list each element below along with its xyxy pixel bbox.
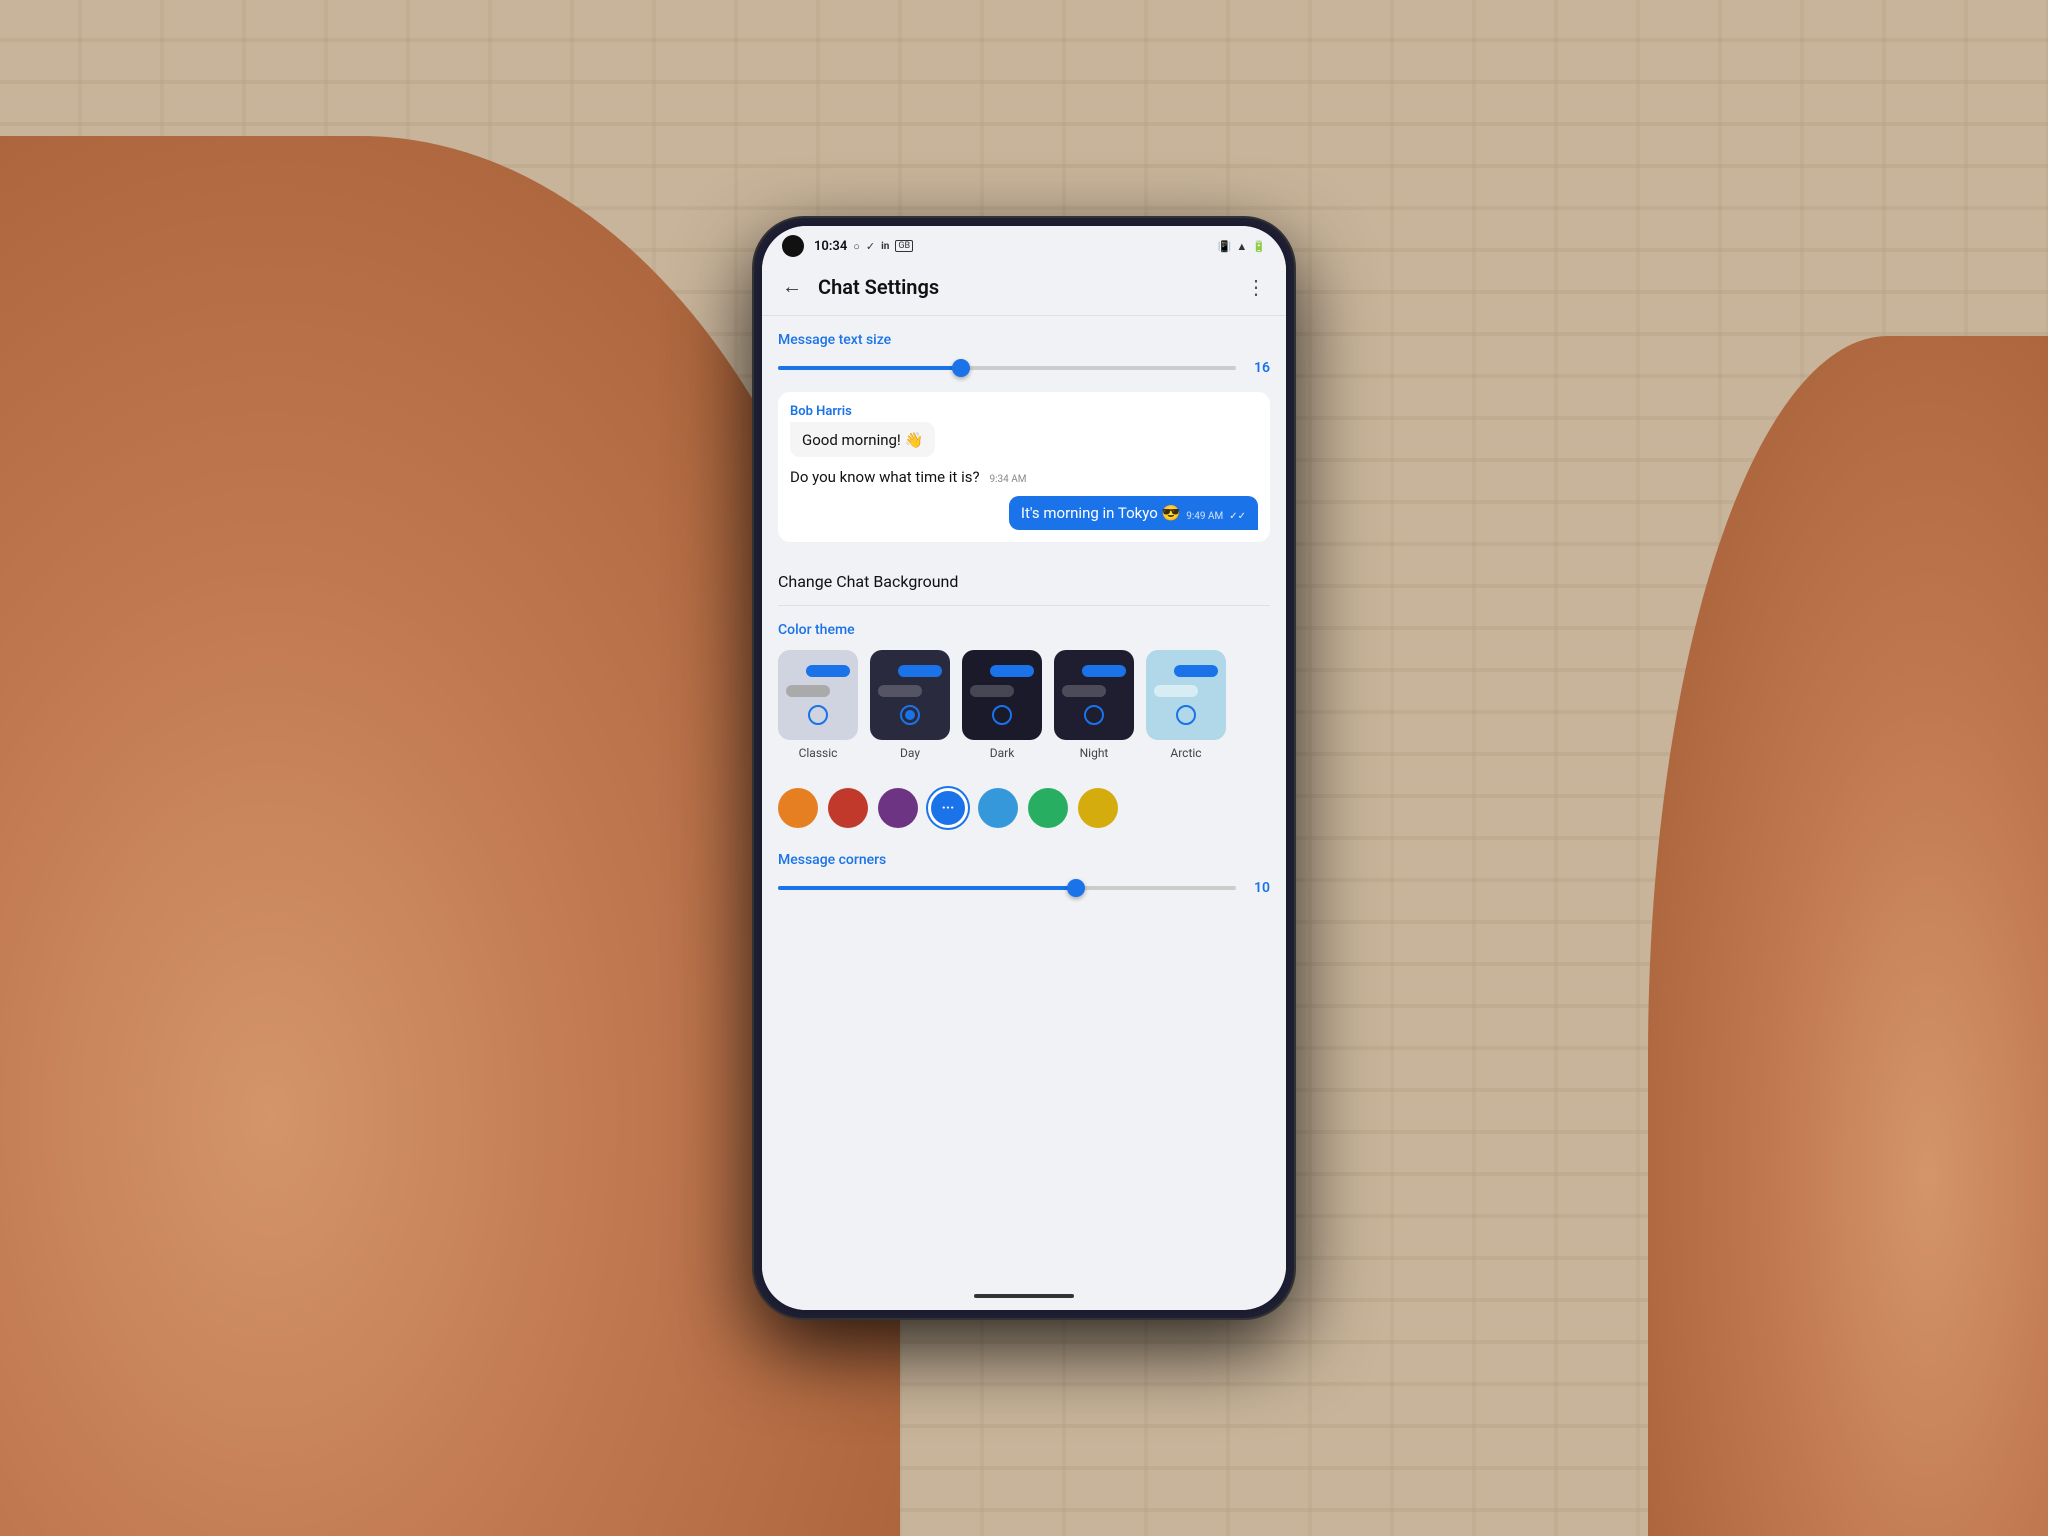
settings-content: Message text size 16 Bob Harris Good mor…: [762, 316, 1286, 1286]
phone-screen: 10:34 ○ ✓ in GB 📳 ▲ 🔋 ← Chat Settings ⋮ …: [762, 226, 1286, 1310]
theme-card-dark: [962, 650, 1042, 740]
sent-message-1: It's morning in Tokyo 😎 9:49 AM ✓✓: [790, 496, 1258, 530]
theme-dark-name: Dark: [990, 746, 1015, 760]
theme-day-name: Day: [900, 746, 920, 760]
theme-night-bubble-recv: [1062, 685, 1106, 697]
status-bar: 10:34 ○ ✓ in GB 📳 ▲ 🔋: [762, 226, 1286, 262]
theme-night-radio: [1084, 705, 1104, 725]
corners-slider-track[interactable]: [778, 886, 1236, 890]
theme-arctic-name: Arctic: [1170, 746, 1201, 760]
color-dots-row: ···: [778, 784, 1270, 832]
received-bubble-1: Good morning! 👋: [790, 422, 935, 457]
color-dot-red[interactable]: [828, 788, 868, 828]
camera-hole: [782, 235, 804, 257]
text-size-slider-fill: [778, 366, 961, 370]
theme-day-bubble-sent: [898, 665, 942, 677]
theme-classic-name: Classic: [799, 746, 838, 760]
text-size-slider-thumb[interactable]: [952, 359, 970, 377]
theme-arctic-radio: [1176, 705, 1196, 725]
page-title: Chat Settings: [818, 275, 1230, 299]
sent-text-1: It's morning in Tokyo 😎: [1021, 504, 1180, 522]
message-text-size-label: Message text size: [778, 332, 1270, 348]
received-message-1: Bob Harris Good morning! 👋: [790, 404, 1258, 457]
received-plain-text: Do you know what time it is?: [790, 468, 980, 486]
text-size-value: 16: [1246, 360, 1270, 376]
status-icon-vibrate: 📳: [1218, 240, 1232, 253]
theme-day-bubble-recv: [878, 685, 922, 697]
received-time-1: 9:34 AM: [990, 474, 1027, 485]
theme-card-night: [1054, 650, 1134, 740]
chat-preview-box: Bob Harris Good morning! 👋 Do you know w…: [778, 392, 1270, 542]
color-dot-purple[interactable]: [878, 788, 918, 828]
theme-card-classic: [778, 650, 858, 740]
theme-item-arctic[interactable]: Arctic: [1146, 650, 1226, 760]
text-size-slider-row: 16: [778, 360, 1270, 376]
status-time: 10:34: [814, 239, 847, 254]
message-text-size-section: Message text size 16: [778, 332, 1270, 376]
theme-arctic-bubble-sent: [1174, 665, 1218, 677]
color-dot-lightblue[interactable]: [978, 788, 1018, 828]
color-dot-green[interactable]: [1028, 788, 1068, 828]
color-dot-more-icon: ···: [942, 800, 955, 816]
theme-classic-radio: [808, 705, 828, 725]
status-icon-check: ✓: [866, 240, 875, 253]
theme-day-radio-dot: [905, 710, 915, 720]
message-corners-label: Message corners: [778, 852, 1270, 868]
status-right-icons: 📳 ▲ 🔋: [1218, 240, 1266, 253]
home-indicator: [974, 1294, 1074, 1298]
corners-slider-thumb[interactable]: [1067, 879, 1085, 897]
theme-arctic-bubble-recv: [1154, 685, 1198, 697]
corners-value: 10: [1246, 880, 1270, 896]
theme-classic-bubble-sent: [806, 665, 850, 677]
status-icon-circle: ○: [853, 240, 860, 253]
corners-slider-fill: [778, 886, 1076, 890]
bottom-indicator-bar: [762, 1286, 1286, 1310]
change-chat-background-row[interactable]: Change Chat Background: [778, 558, 1270, 606]
color-dot-orange[interactable]: [778, 788, 818, 828]
theme-dark-bubble-recv: [970, 685, 1014, 697]
status-icon-linkedin: in: [881, 241, 889, 252]
status-icon-battery: 🔋: [1252, 240, 1266, 253]
status-icon-wifi: ▲: [1236, 240, 1247, 253]
theme-day-radio: [900, 705, 920, 725]
message-corners-section: Message corners 10: [778, 852, 1270, 896]
theme-night-bubble-sent: [1082, 665, 1126, 677]
theme-item-night[interactable]: Night: [1054, 650, 1134, 760]
more-menu-button[interactable]: ⋮: [1242, 271, 1270, 303]
theme-item-classic[interactable]: Classic: [778, 650, 858, 760]
theme-night-name: Night: [1080, 746, 1109, 760]
sent-bubble-1: It's morning in Tokyo 😎 9:49 AM ✓✓: [1009, 496, 1258, 530]
theme-scroll-row: Classic Day: [778, 650, 1270, 768]
color-dot-blue-selected[interactable]: ···: [928, 788, 968, 828]
theme-dark-radio: [992, 705, 1012, 725]
chat-sender-name: Bob Harris: [790, 404, 1258, 419]
received-message-2: Do you know what time it is? 9:34 AM: [790, 467, 1258, 486]
back-button[interactable]: ←: [778, 270, 806, 303]
theme-classic-bubble-recv: [786, 685, 830, 697]
status-icon-gb: GB: [895, 240, 913, 252]
sent-time-1: 9:49 AM: [1186, 511, 1223, 522]
sent-check-icon: ✓✓: [1229, 511, 1246, 522]
corners-slider-row: 10: [778, 880, 1270, 896]
app-bar: ← Chat Settings ⋮: [762, 262, 1286, 316]
theme-card-day: [870, 650, 950, 740]
theme-item-dark[interactable]: Dark: [962, 650, 1042, 760]
theme-dark-bubble-sent: [990, 665, 1034, 677]
text-size-slider-track[interactable]: [778, 366, 1236, 370]
color-theme-label: Color theme: [778, 622, 1270, 638]
status-left: 10:34 ○ ✓ in GB: [782, 235, 913, 257]
color-dot-yellow[interactable]: [1078, 788, 1118, 828]
color-theme-section: Color theme Classic: [778, 622, 1270, 768]
phone-device: 10:34 ○ ✓ in GB 📳 ▲ 🔋 ← Chat Settings ⋮ …: [754, 218, 1294, 1318]
received-text-1: Good morning! 👋: [802, 431, 923, 449]
theme-card-arctic: [1146, 650, 1226, 740]
theme-item-day[interactable]: Day: [870, 650, 950, 760]
